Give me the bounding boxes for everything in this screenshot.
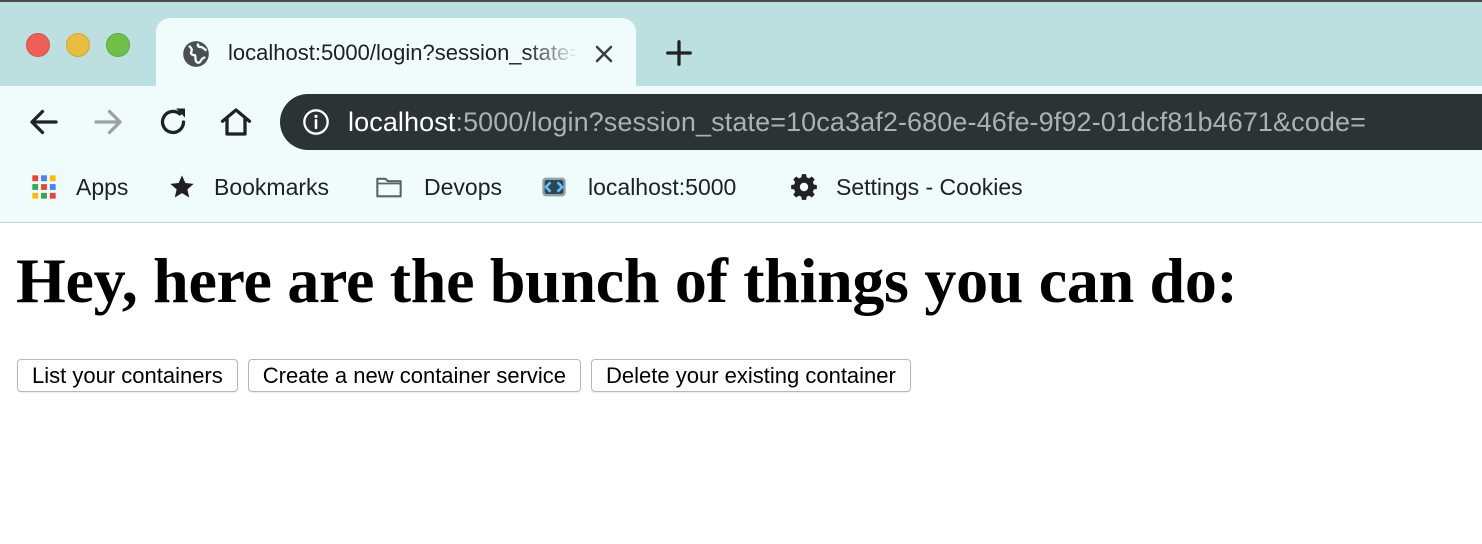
close-icon[interactable] [592,42,616,66]
tab-title: localhost:5000/login?session_state=10ca3… [228,40,578,65]
page-title: Hey, here are the bunch of things you ca… [16,245,1238,316]
site-favicon-icon [542,177,566,197]
folder-icon [376,177,402,198]
url-text[interactable]: localhost:5000/login?session_state=10ca3… [348,107,1366,138]
list-containers-button[interactable]: List your containers [17,359,238,392]
gear-icon [791,174,817,200]
bookmark-label: Apps [76,173,129,200]
page-content: Hey, here are the bunch of things you ca… [0,224,1482,544]
action-buttons: List your containers Create a new contai… [17,359,911,392]
bookmark-settings-cookies[interactable]: Settings - Cookies [790,172,1023,202]
bookmark-label: localhost:5000 [588,173,737,200]
info-icon[interactable] [302,108,330,136]
forward-arrow-icon[interactable] [90,104,126,140]
delete-container-button[interactable]: Delete your existing container [591,359,911,392]
reload-icon[interactable] [155,104,191,140]
window-close-button[interactable] [26,33,50,57]
tab-strip: localhost:5000/login?session_state=10ca3… [0,0,1482,88]
window-maximize-button[interactable] [106,33,130,57]
bookmark-label: Settings - Cookies [836,173,1023,200]
address-bar[interactable]: localhost:5000/login?session_state=10ca3… [280,94,1482,150]
url-host: localhost [348,107,456,137]
new-tab-plus-icon[interactable] [664,38,694,68]
window-minimize-button[interactable] [66,33,90,57]
bookmark-apps[interactable]: Apps [30,172,128,202]
bookmark-label: Bookmarks [214,173,330,200]
star-icon [170,175,194,198]
bookmarks-bar: Apps Bookmarks Devops localhost:5000 Set… [0,158,1482,223]
browser-tab-active[interactable]: localhost:5000/login?session_state=10ca3… [156,18,636,88]
back-arrow-icon[interactable] [26,104,62,140]
bookmark-devops-folder[interactable]: Devops [372,172,502,202]
home-icon[interactable] [218,104,254,140]
create-container-service-button[interactable]: Create a new container service [247,359,582,392]
url-path: :5000/login?session_state=10ca3af2-680e-… [455,107,1366,137]
bookmark-bookmarks[interactable]: Bookmarks [168,172,329,202]
bookmark-localhost[interactable]: localhost:5000 [538,172,736,202]
apps-grid-icon [32,175,56,199]
browser-toolbar: localhost:5000/login?session_state=10ca3… [0,86,1482,158]
bookmark-label: Devops [424,173,502,200]
globe-icon [183,41,209,67]
